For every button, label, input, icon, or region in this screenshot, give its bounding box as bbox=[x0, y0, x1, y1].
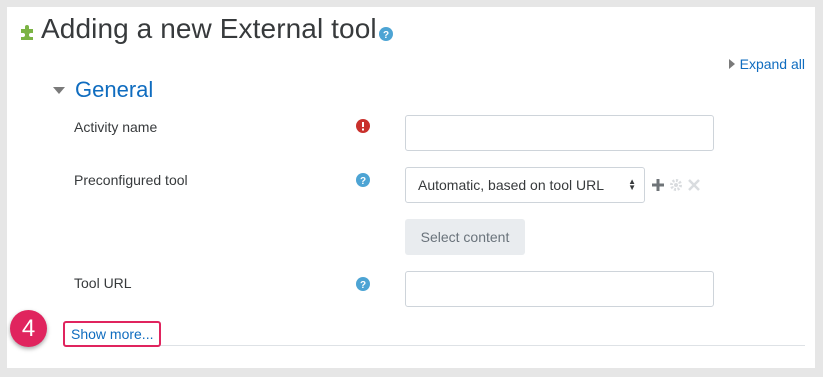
tool-url-input[interactable] bbox=[405, 271, 714, 307]
required-icon bbox=[356, 119, 370, 133]
step-badge: 4 bbox=[10, 310, 47, 347]
activity-name-input[interactable] bbox=[405, 115, 714, 151]
section-divider bbox=[66, 345, 805, 346]
collapse-arrow-icon bbox=[53, 86, 65, 94]
show-more-link[interactable]: Show more... bbox=[63, 321, 162, 347]
svg-text:?: ? bbox=[360, 176, 366, 187]
section-title: General bbox=[75, 77, 154, 102]
activity-name-label: Activity name bbox=[74, 119, 158, 135]
select-content-button[interactable]: Select content bbox=[405, 219, 525, 255]
delete-icon[interactable] bbox=[688, 179, 700, 191]
page-header: Adding a new External tool ? bbox=[18, 13, 393, 45]
add-icon[interactable] bbox=[652, 179, 664, 191]
select-arrows-icon: ▲ ▼ bbox=[628, 177, 636, 192]
expand-all-label: Expand all bbox=[739, 56, 805, 72]
help-icon[interactable]: ? bbox=[378, 27, 393, 41]
general-section-toggle[interactable]: General bbox=[53, 77, 153, 103]
preconfigured-tool-label: Preconfigured tool bbox=[74, 172, 188, 188]
gear-icon[interactable] bbox=[670, 179, 682, 191]
form-panel: Adding a new External tool ? Expand all … bbox=[7, 7, 815, 368]
tool-actions bbox=[652, 179, 700, 191]
page-title: Adding a new External tool bbox=[41, 13, 377, 44]
expand-all-link[interactable]: Expand all bbox=[728, 56, 805, 72]
help-icon[interactable]: ? bbox=[356, 277, 370, 291]
puzzle-icon bbox=[21, 25, 33, 40]
help-icon[interactable]: ? bbox=[356, 173, 370, 187]
svg-text:?: ? bbox=[360, 280, 366, 291]
tool-url-label: Tool URL bbox=[74, 275, 132, 291]
preconfigured-tool-select[interactable]: Automatic, based on tool URL ▲ ▼ bbox=[405, 167, 645, 203]
preconfigured-tool-value: Automatic, based on tool URL bbox=[418, 177, 604, 193]
svg-text:?: ? bbox=[383, 30, 389, 41]
expand-arrow-icon bbox=[728, 59, 735, 69]
